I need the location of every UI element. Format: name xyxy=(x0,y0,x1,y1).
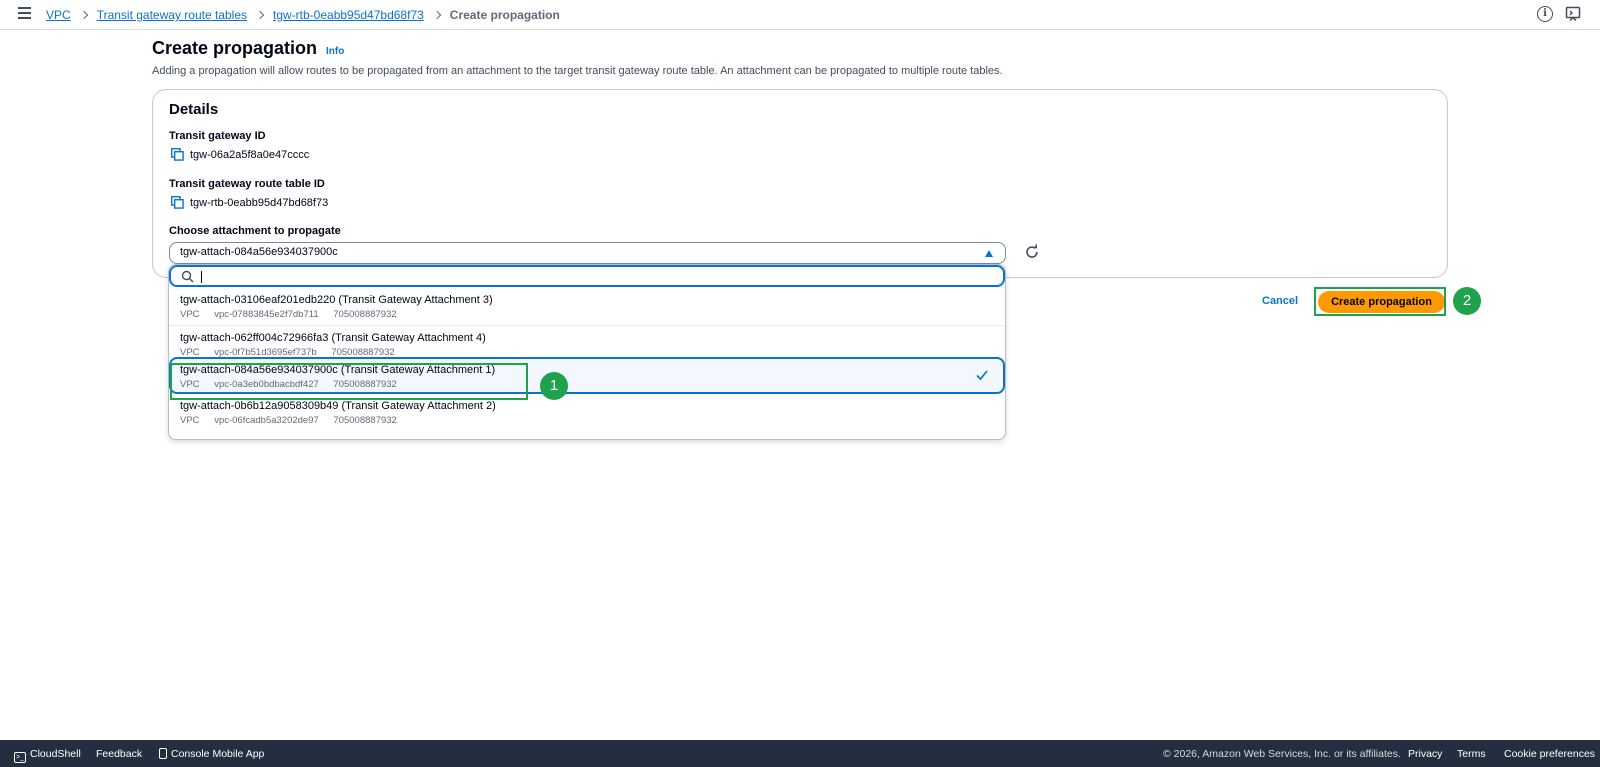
mobile-app-link[interactable]: Console Mobile App xyxy=(159,748,264,760)
info-link[interactable]: Info xyxy=(326,46,344,57)
dropdown-option[interactable]: tgw-attach-03106eaf201edb220 (Transit Ga… xyxy=(169,288,1005,325)
create-propagation-button[interactable]: Create propagation xyxy=(1318,291,1445,313)
option-label: tgw-attach-084a56e934037900c (Transit Ga… xyxy=(180,364,496,376)
breadcrumb-route-table-id-link[interactable]: tgw-rtb-0eabb95d47bd68f73 xyxy=(273,8,424,22)
details-heading: Details xyxy=(169,101,219,118)
page-title: Create propagation xyxy=(152,38,318,58)
breadcrumb-current-page: Create propagation xyxy=(449,8,560,22)
tgw-id-value: tgw-06a2a5f8a0e47cccc xyxy=(190,148,310,161)
mobile-app-label: Console Mobile App xyxy=(171,748,265,760)
breadcrumb-route-tables-link[interactable]: Transit gateway route tables xyxy=(97,8,247,22)
page-description: Adding a propagation will allow routes t… xyxy=(152,65,1003,77)
cloudshell-link[interactable]: >_ CloudShell xyxy=(14,748,81,763)
annotation-badge-1: 1 xyxy=(540,372,568,400)
filter-input[interactable] xyxy=(199,269,989,283)
tgw-id-field: tgw-06a2a5f8a0e47cccc xyxy=(171,148,309,161)
rtb-id-field: tgw-rtb-0eabb95d47bd68f73 xyxy=(171,196,328,209)
option-account-tag: 705008887932 xyxy=(333,309,397,320)
option-type-tag: VPC xyxy=(180,379,200,390)
privacy-link[interactable]: Privacy xyxy=(1408,748,1442,760)
option-account-tag: 705008887932 xyxy=(333,379,397,390)
top-navigation-bar: VPC Transit gateway route tables tgw-rtb… xyxy=(0,0,1600,30)
attachment-select-label: Choose attachment to propagate xyxy=(169,225,341,237)
option-vpc-tag: vpc-06fcadb5a3202de97 xyxy=(214,415,319,426)
option-vpc-tag: vpc-07883845e2f7db711 xyxy=(214,309,319,320)
chevron-right-icon xyxy=(255,10,265,20)
breadcrumb: VPC Transit gateway route tables tgw-rtb… xyxy=(46,8,560,22)
breadcrumb-vpc-link[interactable]: VPC xyxy=(46,8,71,22)
mobile-phone-icon xyxy=(159,748,167,759)
annotation-badge-2: 2 xyxy=(1453,287,1481,315)
hamburger-menu-icon[interactable] xyxy=(18,7,31,19)
option-vpc-tag: vpc-0a3eb0bdbacbdf427 xyxy=(214,379,319,390)
dropdown-option-selected[interactable]: tgw-attach-084a56e934037900c (Transit Ga… xyxy=(169,357,1005,394)
text-cursor xyxy=(201,271,202,283)
attachment-dropdown-list: tgw-attach-03106eaf201edb220 (Transit Ga… xyxy=(168,264,1006,440)
filter-field[interactable] xyxy=(169,265,1005,287)
rtb-id-label: Transit gateway route table ID xyxy=(169,178,325,190)
option-label: tgw-attach-03106eaf201edb220 (Transit Ga… xyxy=(180,294,493,306)
rtb-id-value: tgw-rtb-0eabb95d47bd68f73 xyxy=(190,196,329,209)
check-icon xyxy=(976,370,988,381)
copy-icon[interactable] xyxy=(171,148,184,161)
refresh-icon[interactable] xyxy=(1023,243,1041,261)
cancel-button[interactable]: Cancel xyxy=(1262,295,1298,307)
option-type-tag: VPC xyxy=(180,309,200,320)
dropdown-option[interactable]: tgw-attach-0b6b12a9058309b49 (Transit Ga… xyxy=(169,394,1005,431)
feedback-icon[interactable] xyxy=(1565,6,1581,22)
terms-link[interactable]: Terms xyxy=(1457,748,1486,760)
info-icon[interactable]: i xyxy=(1537,6,1553,22)
option-account-tag: 705008887932 xyxy=(333,415,397,426)
search-icon xyxy=(181,270,194,283)
feedback-link[interactable]: Feedback xyxy=(96,748,142,760)
chevron-right-icon xyxy=(432,10,442,20)
attachment-select[interactable]: tgw-attach-084a56e934037900c xyxy=(169,242,1006,264)
attachment-select-value: tgw-attach-084a56e934037900c xyxy=(180,246,338,258)
copy-icon[interactable] xyxy=(171,196,184,209)
option-tags: VPC vpc-06fcadb5a3202de97 705008887932 xyxy=(180,415,409,426)
option-tags: VPC vpc-07883845e2f7db711 705008887932 xyxy=(180,309,409,320)
terminal-icon: >_ xyxy=(14,752,26,763)
console-footer: >_ CloudShell Feedback Console Mobile App… xyxy=(0,740,1600,767)
option-type-tag: VPC xyxy=(180,415,200,426)
option-label: tgw-attach-062ff004c72966fa3 (Transit Ga… xyxy=(180,332,486,344)
option-tags: VPC vpc-0a3eb0bdbacbdf427 705008887932 xyxy=(180,379,409,390)
option-label: tgw-attach-0b6b12a9058309b49 (Transit Ga… xyxy=(180,400,496,412)
cookie-preferences-link[interactable]: Cookie preferences xyxy=(1504,748,1595,760)
cloudshell-label: CloudShell xyxy=(30,748,81,760)
chevron-right-icon xyxy=(79,10,88,20)
copyright-text: © 2026, Amazon Web Services, Inc. or its… xyxy=(1163,748,1401,760)
caret-up-icon xyxy=(985,250,993,257)
details-panel: Details Transit gateway ID tgw-06a2a5f8a… xyxy=(152,89,1448,278)
tgw-id-label: Transit gateway ID xyxy=(169,130,266,142)
